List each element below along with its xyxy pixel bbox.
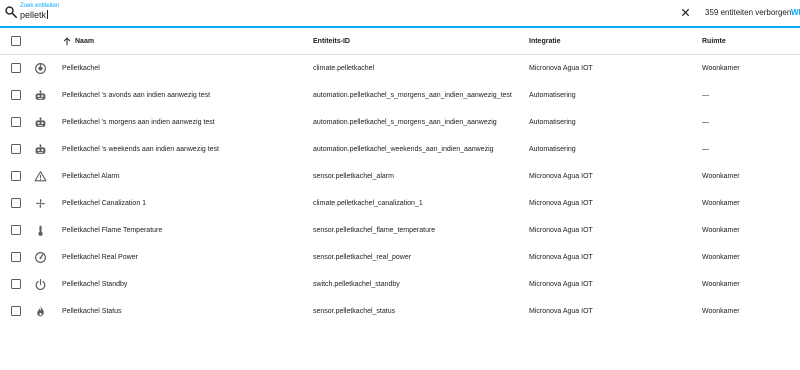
cell-name: Pelletkachel Real Power: [62, 254, 138, 261]
alert-icon: [34, 171, 47, 182]
column-header-area[interactable]: Ruimte: [702, 28, 792, 55]
cell-entity-id: switch.pelletkachel_standby: [313, 281, 400, 288]
cell-entity-id: automation.pelletkachel_s_morgens_aan_in…: [313, 92, 512, 99]
arrow-up-icon[interactable]: [62, 36, 72, 47]
gauge-icon: [35, 252, 46, 263]
close-icon[interactable]: [680, 7, 691, 18]
row-checkbox[interactable]: [11, 90, 21, 100]
table-row[interactable]: Pelletkachel 's morgens aan indien aanwe…: [0, 109, 800, 136]
show-hidden-button[interactable]: WE: [791, 8, 800, 17]
thermostat-icon: [35, 63, 46, 74]
row-checkbox[interactable]: [11, 198, 21, 208]
table-row[interactable]: Pelletkachel 's weekends aan indien aanw…: [0, 136, 800, 163]
hidden-entities-count: 359 entiteiten verborgen: [705, 8, 792, 17]
cell-integration: Automatisering: [529, 92, 576, 99]
row-checkbox[interactable]: [11, 171, 21, 181]
cell-area: Woonkamer: [702, 281, 740, 288]
text-caret: [47, 10, 49, 19]
table-header: Naam Entiteits-ID Integratie Ruimte: [0, 28, 800, 55]
row-checkbox[interactable]: [11, 144, 21, 154]
row-checkbox[interactable]: [11, 225, 21, 235]
table-row[interactable]: Pelletkachel Status sensor.pelletkachel_s…: [0, 298, 800, 325]
cell-name: Pelletkachel 's morgens aan indien aanwe…: [62, 119, 215, 126]
fan-icon: [36, 199, 45, 208]
cell-entity-id: sensor.pelletkachel_real_power: [313, 254, 412, 261]
cell-area: Woonkamer: [702, 227, 740, 234]
cell-name: Pelletkachel 's weekends aan indien aanw…: [62, 146, 219, 153]
cell-integration: Automatisering: [529, 119, 576, 126]
search-bar: Zoek entiteiten pelletk 359 entiteiten v…: [0, 0, 800, 28]
table-row[interactable]: Pelletkachel Canalization 1 climate.pelle…: [0, 190, 800, 217]
cell-name: Pelletkachel: [62, 65, 100, 72]
cell-name: Pelletkachel Standby: [62, 281, 128, 288]
column-header-name[interactable]: Naam: [75, 28, 315, 55]
search-input-value: pelletk: [20, 10, 47, 20]
search-icon: [5, 6, 18, 19]
row-checkbox[interactable]: [11, 252, 21, 262]
power-icon: [35, 279, 46, 290]
cell-area: —: [702, 146, 709, 153]
row-checkbox[interactable]: [11, 117, 21, 127]
cell-name: Pelletkachel 's avonds aan indien aanwez…: [62, 92, 211, 99]
cell-area: —: [702, 92, 709, 99]
row-checkbox[interactable]: [11, 279, 21, 289]
table-row[interactable]: Pelletkachel Real Power sensor.pelletkach…: [0, 244, 800, 271]
thermometer-icon: [38, 225, 43, 236]
cell-entity-id: climate.pelletkachel: [313, 65, 375, 72]
select-all-checkbox[interactable]: [11, 36, 21, 46]
cell-integration: Micronova Agua IOT: [529, 173, 593, 180]
cell-area: Woonkamer: [702, 65, 740, 72]
row-checkbox[interactable]: [11, 63, 21, 73]
robot-icon: [35, 144, 46, 154]
table-row[interactable]: Pelletkachel Alarm sensor.pelletkachel_al…: [0, 163, 800, 190]
table-row[interactable]: Pelletkachel climate.pelletkachel Micronov…: [0, 55, 800, 82]
table-row[interactable]: Pelletkachel 's avonds aan indien aanwez…: [0, 82, 800, 109]
search-label: Zoek entiteiten: [20, 3, 60, 9]
cell-name: Pelletkachel Flame Temperature: [62, 227, 163, 234]
cell-integration: Micronova Agua IOT: [529, 254, 593, 261]
cell-area: Woonkamer: [702, 173, 740, 180]
entities-table: Naam Entiteits-ID Integratie Ruimte Pell…: [0, 28, 800, 325]
cell-entity-id: sensor.pelletkachel_status: [313, 308, 396, 315]
cell-name: Pelletkachel Canalization 1: [62, 200, 147, 207]
cell-name: Pelletkachel Alarm: [62, 173, 120, 180]
robot-icon: [35, 117, 46, 127]
cell-area: —: [702, 119, 709, 126]
row-checkbox[interactable]: [11, 306, 21, 316]
cell-name: Pelletkachel Status: [62, 308, 122, 315]
column-header-entity-id[interactable]: Entiteits-ID: [313, 28, 523, 55]
fire-icon: [37, 306, 44, 317]
column-header-integration[interactable]: Integratie: [529, 28, 689, 55]
cell-integration: Micronova Agua IOT: [529, 200, 593, 207]
cell-entity-id: automation.pelletkachel_s_morgens_aan_in…: [313, 119, 497, 126]
search-input[interactable]: pelletk: [20, 10, 49, 20]
robot-icon: [35, 90, 46, 100]
cell-integration: Automatisering: [529, 146, 576, 153]
table-body: Pelletkachel climate.pelletkachel Micronov…: [0, 55, 800, 325]
cell-entity-id: automation.pelletkachel_weekends_aan_ind…: [313, 146, 494, 153]
cell-entity-id: sensor.pelletkachel_alarm: [313, 173, 394, 180]
cell-entity-id: climate.pelletkachel_canalization_1: [313, 200, 423, 207]
cell-integration: Micronova Agua IOT: [529, 227, 593, 234]
cell-area: Woonkamer: [702, 308, 740, 315]
table-row[interactable]: Pelletkachel Flame Temperature sensor.pel…: [0, 217, 800, 244]
cell-integration: Micronova Agua IOT: [529, 308, 593, 315]
cell-integration: Micronova Agua IOT: [529, 65, 593, 72]
table-row[interactable]: Pelletkachel Standby switch.pelletkachel_…: [0, 271, 800, 298]
cell-area: Woonkamer: [702, 200, 740, 207]
cell-integration: Micronova Agua IOT: [529, 281, 593, 288]
cell-entity-id: sensor.pelletkachel_flame_temperature: [313, 227, 436, 234]
cell-area: Woonkamer: [702, 254, 740, 261]
